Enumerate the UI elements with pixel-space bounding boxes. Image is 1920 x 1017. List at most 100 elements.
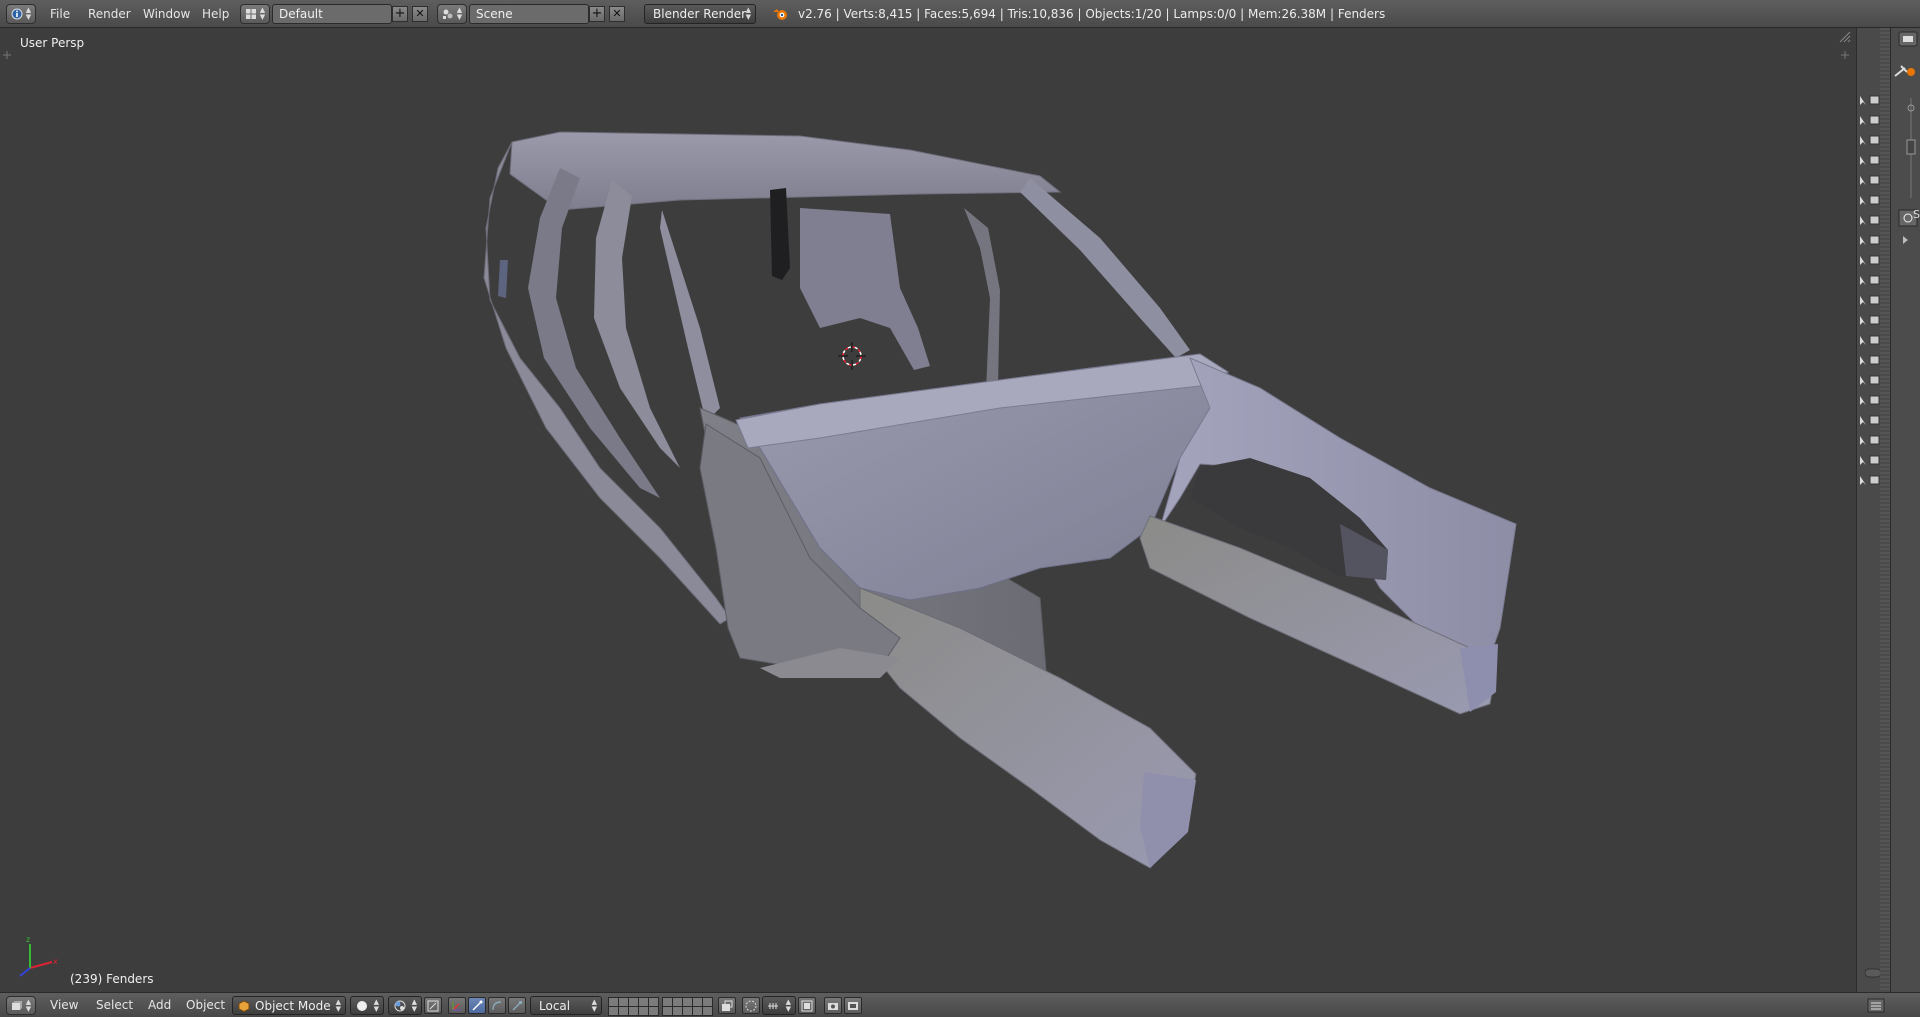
selectable-arrow-icon[interactable] <box>1860 136 1866 145</box>
screen-layout-browse-button[interactable]: ▲ ▼ <box>240 4 270 24</box>
translate-manipulator-toggle[interactable] <box>448 997 466 1014</box>
render-camera-icon[interactable] <box>1869 135 1880 145</box>
selectable-arrow-icon[interactable] <box>1860 396 1866 405</box>
selectable-arrow-icon[interactable] <box>1860 416 1866 425</box>
layer-slot[interactable] <box>663 1007 672 1015</box>
transform-orientation-dropdown[interactable]: Local ▲ ▼ <box>530 996 602 1015</box>
selectable-arrow-icon[interactable] <box>1860 296 1866 305</box>
opengl-render-still-button[interactable] <box>824 997 842 1014</box>
selectable-arrow-icon[interactable] <box>1860 356 1866 365</box>
render-camera-icon[interactable] <box>1869 95 1880 105</box>
render-camera-icon[interactable] <box>1869 175 1880 185</box>
editor-type-button[interactable]: ▲ ▼ <box>6 996 36 1015</box>
curve-manipulator-toggle[interactable] <box>488 997 506 1014</box>
render-camera-icon[interactable] <box>1869 195 1880 205</box>
layer-slot[interactable] <box>673 998 682 1006</box>
selectable-arrow-icon[interactable] <box>1860 236 1866 245</box>
layer-slot[interactable] <box>649 998 658 1006</box>
layer-slot[interactable] <box>619 1007 628 1015</box>
outliner-editor-type-icon[interactable] <box>1866 997 1888 1014</box>
layer-slot[interactable] <box>683 1007 692 1015</box>
scale-manipulator-toggle[interactable] <box>508 997 526 1014</box>
selectable-arrow-icon[interactable] <box>1860 216 1866 225</box>
render-camera-icon[interactable] <box>1869 435 1880 445</box>
region-divider[interactable] <box>1880 28 1890 992</box>
rotate-manipulator-toggle[interactable] <box>468 997 486 1014</box>
render-camera-icon[interactable] <box>1869 415 1880 425</box>
mode-dropdown[interactable]: Object Mode ▲ ▼ <box>232 996 346 1015</box>
menu-view[interactable]: View <box>50 996 78 1015</box>
menu-file[interactable]: File <box>50 4 70 24</box>
screen-layout-field[interactable]: Default <box>272 4 392 24</box>
menu-window[interactable]: Window <box>143 4 190 24</box>
properties-strip[interactable]: S <box>1890 28 1920 992</box>
layer-slot[interactable] <box>619 998 628 1006</box>
3d-viewport[interactable]: User Persp x z (239) Fenders <box>0 28 1856 992</box>
selectable-arrow-icon[interactable] <box>1860 336 1866 345</box>
layer-slot[interactable] <box>693 1007 702 1015</box>
render-engine-dropdown[interactable]: Blender Render ▲ ▼ <box>644 4 756 24</box>
selectable-arrow-icon[interactable] <box>1860 276 1866 285</box>
render-camera-icon[interactable] <box>1869 235 1880 245</box>
render-camera-icon[interactable] <box>1869 115 1880 125</box>
layers-grid-b[interactable] <box>662 997 713 1016</box>
menu-object[interactable]: Object <box>186 996 225 1015</box>
render-camera-icon[interactable] <box>1869 255 1880 265</box>
snap-toggle[interactable] <box>798 997 816 1014</box>
render-camera-icon[interactable] <box>1869 155 1880 165</box>
layer-slot[interactable] <box>673 1007 682 1015</box>
outliner-strip[interactable] <box>1856 28 1881 992</box>
render-camera-icon[interactable] <box>1869 335 1880 345</box>
layer-slot[interactable] <box>683 998 692 1006</box>
layers-grid-a[interactable] <box>608 997 659 1016</box>
car-body-mesh[interactable]: x z <box>0 28 1856 992</box>
layer-slot[interactable] <box>639 1007 648 1015</box>
pivot-point-dropdown[interactable]: ▲ ▼ <box>388 996 422 1015</box>
selectable-arrow-icon[interactable] <box>1860 96 1866 105</box>
layer-slot[interactable] <box>663 998 672 1006</box>
selectable-arrow-icon[interactable] <box>1860 196 1866 205</box>
selectable-arrow-icon[interactable] <box>1860 256 1866 265</box>
selectable-arrow-icon[interactable] <box>1860 436 1866 445</box>
layer-slot[interactable] <box>639 998 648 1006</box>
selectable-arrow-icon[interactable] <box>1860 456 1866 465</box>
selectable-arrow-icon[interactable] <box>1860 316 1866 325</box>
selectable-arrow-icon[interactable] <box>1860 376 1866 385</box>
proportional-edit-toggle[interactable] <box>742 997 760 1014</box>
layer-slot[interactable] <box>649 1007 658 1015</box>
selectable-arrow-icon[interactable] <box>1860 176 1866 185</box>
menu-help[interactable]: Help <box>202 4 229 24</box>
editor-type-button[interactable]: ▲ ▼ <box>6 4 36 24</box>
menu-add[interactable]: Add <box>148 996 171 1015</box>
render-camera-icon[interactable] <box>1869 375 1880 385</box>
render-camera-icon[interactable] <box>1869 295 1880 305</box>
render-camera-icon[interactable] <box>1869 395 1880 405</box>
layer-slot[interactable] <box>703 1007 712 1015</box>
selectable-arrow-icon[interactable] <box>1860 476 1866 485</box>
delete-scene-button[interactable]: ✕ <box>609 6 625 22</box>
delete-screen-button[interactable]: ✕ <box>412 6 428 22</box>
scene-browse-button[interactable]: ▲ ▼ <box>437 4 467 24</box>
render-camera-icon[interactable] <box>1869 215 1880 225</box>
scene-field[interactable]: Scene <box>469 4 589 24</box>
layer-slot[interactable] <box>629 1007 638 1015</box>
render-camera-icon[interactable] <box>1869 455 1880 465</box>
add-scene-button[interactable]: + <box>589 6 605 22</box>
use-3d-manipulator-toggle[interactable] <box>424 997 442 1014</box>
scroll-handle-icon[interactable] <box>1865 968 1881 978</box>
menu-render[interactable]: Render <box>88 4 131 24</box>
lock-camera-layers-toggle[interactable] <box>718 997 736 1014</box>
viewport-shading-dropdown[interactable]: ▲ ▼ <box>350 996 384 1015</box>
layer-slot[interactable] <box>693 998 702 1006</box>
opengl-render-anim-button[interactable] <box>844 997 862 1014</box>
menu-select[interactable]: Select <box>96 996 133 1015</box>
selectable-arrow-icon[interactable] <box>1860 116 1866 125</box>
render-camera-icon[interactable] <box>1869 275 1880 285</box>
render-camera-icon[interactable] <box>1869 475 1880 485</box>
layer-slot[interactable] <box>629 998 638 1006</box>
add-screen-button[interactable]: + <box>392 6 408 22</box>
render-camera-icon[interactable] <box>1869 355 1880 365</box>
selectable-arrow-icon[interactable] <box>1860 156 1866 165</box>
render-camera-icon[interactable] <box>1869 315 1880 325</box>
layer-slot[interactable] <box>609 1007 618 1015</box>
